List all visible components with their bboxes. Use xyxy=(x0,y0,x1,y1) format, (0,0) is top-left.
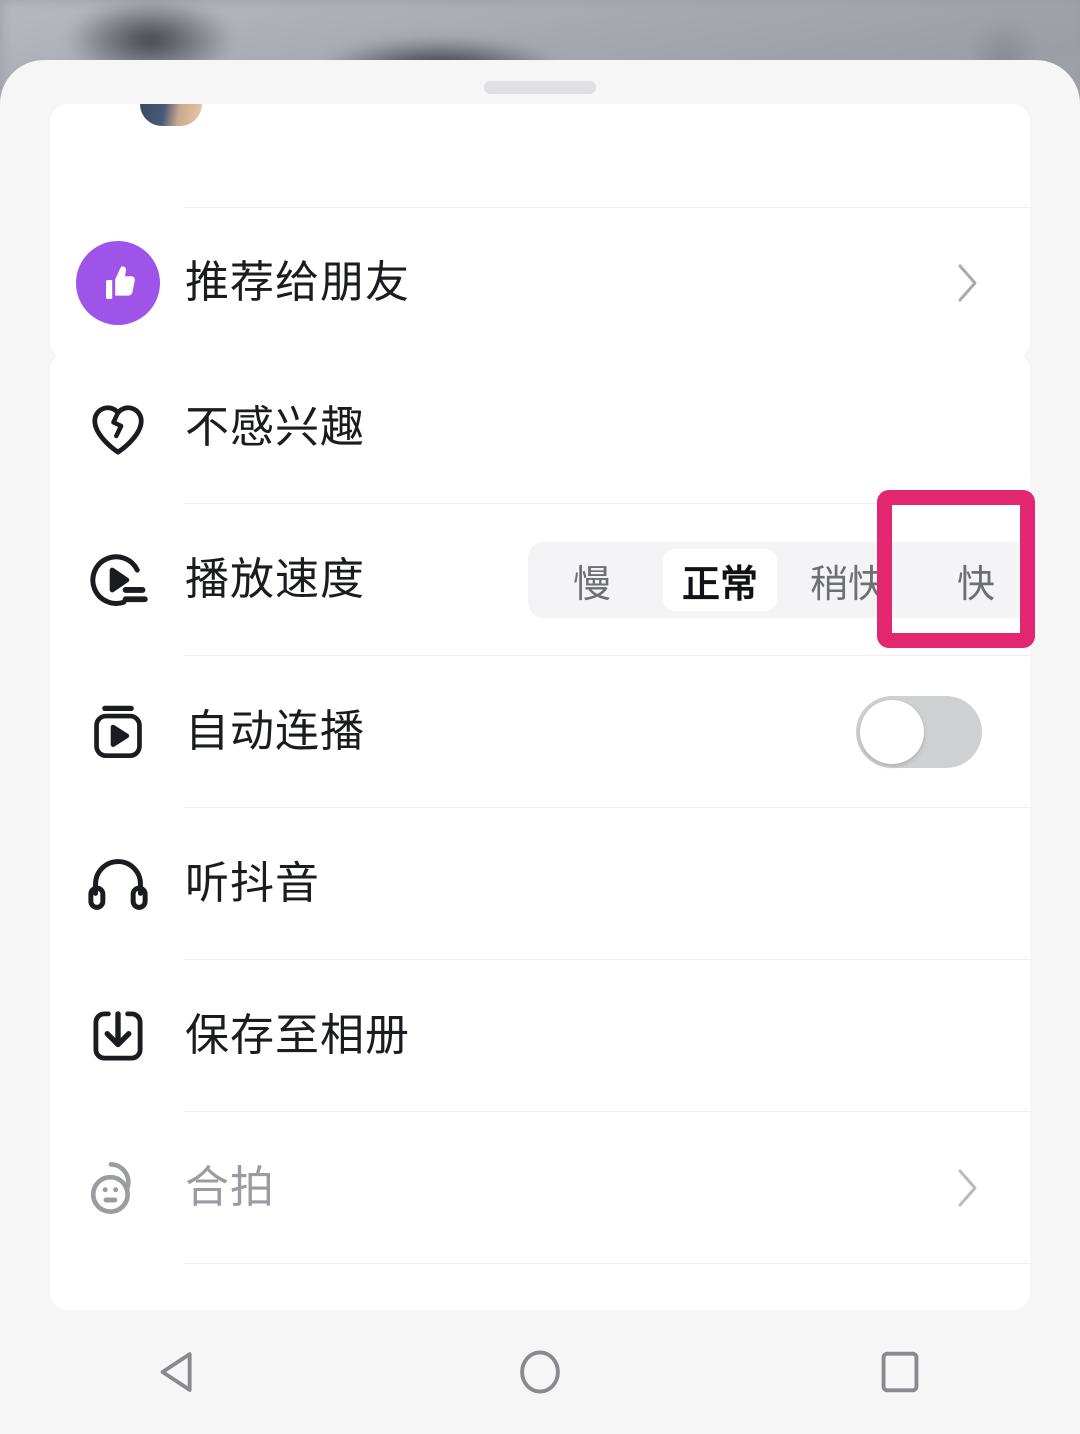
listen-icon-slot xyxy=(50,849,185,919)
not-interested-icon-slot xyxy=(50,394,185,462)
row-label: 合拍 xyxy=(185,1163,275,1212)
top-card: 推荐给朋友 xyxy=(50,104,1030,359)
download-icon xyxy=(92,1011,143,1061)
duet-face-icon xyxy=(90,1162,131,1214)
main-options-card: 不感兴趣 播放速度 慢 正常 稍快 快 自动连播 听抖音 保存至相册 合拍 xyxy=(50,352,1030,1310)
row-divider xyxy=(185,1263,1030,1264)
row-recommend-to-friends[interactable]: 推荐给朋友 xyxy=(50,207,1030,359)
row-label: 不感兴趣 xyxy=(185,403,365,452)
row-label: 自动连播 xyxy=(185,707,365,756)
auto-play-toggle[interactable] xyxy=(856,696,982,768)
toggle-knob xyxy=(860,700,924,764)
row-save-to-album[interactable]: 保存至相册 xyxy=(50,960,1030,1112)
row-duet[interactable]: 合拍 xyxy=(50,1112,1030,1264)
headphones-icon xyxy=(87,859,148,910)
recommend-icon-slot xyxy=(50,241,185,325)
row-label: 推荐给朋友 xyxy=(185,258,410,307)
back-triangle-icon xyxy=(160,1352,192,1392)
phone-screen: 推荐给朋友 不感兴趣 播放速度 慢 正常 稍快 快 自动连播 听抖音 保存至相册… xyxy=(0,0,1080,1434)
chevron-right-icon[interactable] xyxy=(956,262,980,304)
playback-speed-icon-slot xyxy=(50,545,185,615)
play-speed-icon xyxy=(89,554,148,606)
speed-option-slow[interactable]: 慢 xyxy=(535,549,649,611)
row-listen-douyin[interactable]: 听抖音 xyxy=(50,808,1030,960)
row-divider xyxy=(185,207,1030,208)
chevron-right-icon[interactable] xyxy=(956,1167,980,1209)
bottom-sheet: 推荐给朋友 不感兴趣 播放速度 慢 正常 稍快 快 自动连播 听抖音 保存至相册… xyxy=(0,60,1080,1310)
save-icon-slot xyxy=(50,1002,185,1070)
row-label: 保存至相册 xyxy=(185,1011,410,1060)
speed-option-slightly-fast[interactable]: 稍快 xyxy=(791,549,905,611)
avatar[interactable] xyxy=(140,104,202,126)
speed-option-normal[interactable]: 正常 xyxy=(663,549,777,611)
sheet-drag-handle[interactable] xyxy=(484,81,596,94)
row-playback-speed[interactable]: 播放速度 慢 正常 稍快 快 xyxy=(50,504,1030,656)
android-navbar xyxy=(0,1310,1080,1434)
thumbs-up-icon xyxy=(75,241,160,325)
duet-icon-slot xyxy=(50,1153,185,1223)
row-label: 听抖音 xyxy=(185,859,320,908)
playback-speed-segmented-control[interactable]: 慢 正常 稍快 快 xyxy=(528,542,1030,618)
recents-square-icon xyxy=(881,1351,919,1393)
nav-recents-button[interactable] xyxy=(840,1310,960,1434)
home-circle-icon xyxy=(520,1350,560,1394)
row-not-interested[interactable]: 不感兴趣 xyxy=(50,352,1030,504)
auto-play-icon-slot xyxy=(50,699,185,765)
auto-play-icon xyxy=(93,705,142,758)
row-label: 播放速度 xyxy=(185,555,365,604)
nav-home-button[interactable] xyxy=(480,1310,600,1434)
nav-back-button[interactable] xyxy=(120,1310,240,1434)
speed-option-fast[interactable]: 快 xyxy=(919,549,1030,611)
row-auto-play[interactable]: 自动连播 xyxy=(50,656,1030,808)
broken-heart-icon xyxy=(91,405,144,455)
